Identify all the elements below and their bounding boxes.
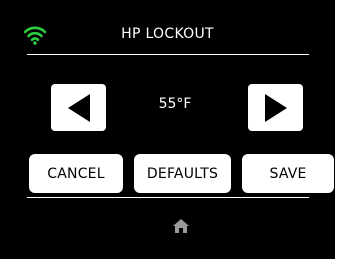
setpoint-value: 55°F [158,96,192,112]
home-icon[interactable] [172,218,190,234]
right-arrow-icon [264,93,287,122]
cancel-button[interactable]: CANCEL [29,154,123,193]
header-divider [27,54,309,55]
header: HP LOCKOUT [0,0,335,54]
increase-button[interactable] [248,84,303,131]
save-button[interactable]: SAVE [242,154,334,193]
defaults-button[interactable]: DEFAULTS [134,154,231,193]
page-title: HP LOCKOUT [121,26,214,42]
decrease-button[interactable] [51,84,106,131]
left-arrow-icon [67,93,90,122]
footer-divider [27,197,309,198]
thermostat-screen: HP LOCKOUT 55°F CANCEL DEFAULTS SAVE [0,0,335,259]
